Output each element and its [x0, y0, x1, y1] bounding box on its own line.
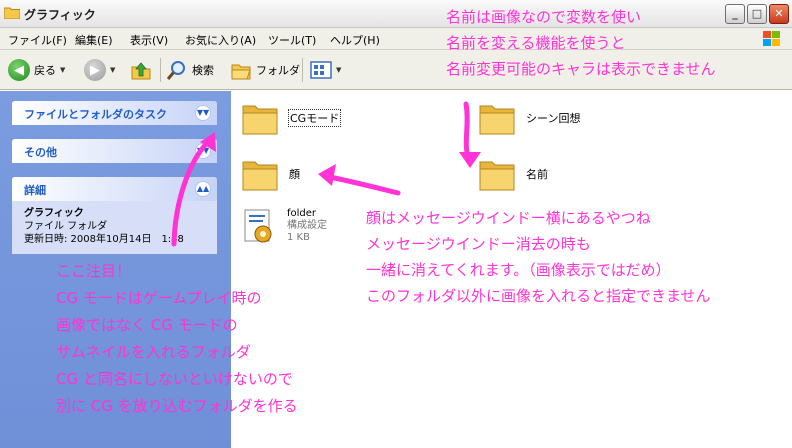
details-type: ファイル フォルダ [24, 221, 108, 232]
details-panel-header[interactable]: 詳細 ▲▲ [12, 177, 217, 201]
folder-icon [479, 105, 515, 135]
up-folder-icon [131, 62, 151, 80]
minimize-button[interactable]: _ [725, 4, 745, 24]
collapse-chevron-icon[interactable]: ▲▲ [195, 181, 211, 197]
dropdown-arrow-icon: ▼ [110, 66, 116, 74]
maximize-button[interactable]: □ [747, 4, 767, 24]
annotation-line: メッセージウインドー消去の時も [366, 235, 591, 253]
annotation-line: 名前変更可能のキャラは表示できません [446, 60, 716, 78]
annotation-top: 名前は画像なので変数を使い 名前を変える機能を使うと 名前変更可能のキャラは表示… [446, 8, 716, 78]
menu-edit[interactable]: 編集(E) [75, 32, 113, 48]
annotation-middle: 顔はメッセージウインドー横にあるやつね メッセージウインドー消去の時も 一緒に消… [366, 209, 711, 305]
annotation-line: 画像ではなく CG モードの [56, 316, 238, 334]
search-icon [166, 61, 185, 80]
folder-icon [479, 161, 515, 191]
details-panel: 詳細 ▲▲ グラフィック ファイル フォルダ 更新日時: 2008年10月14日… [12, 177, 217, 254]
views-icon [310, 61, 332, 79]
menu-tools[interactable]: ツール(T) [268, 32, 316, 48]
up-folder-button[interactable] [130, 56, 152, 84]
forward-button[interactable]: ▶ ▼ [84, 56, 115, 84]
toolbar-separator [160, 58, 161, 82]
annotation-bottom: ここ注目！ CG モードはゲームプレイ時の 画像ではなく CG モードの サムネ… [56, 262, 298, 415]
menu-view[interactable]: 表示(V) [130, 32, 168, 48]
folders-label: フォルダ [256, 64, 300, 77]
config-file-icon [244, 209, 272, 243]
folder-item-face[interactable]: 顔 [241, 155, 300, 193]
back-label: 戻る [34, 64, 56, 77]
folder-item-scene-recall[interactable]: シーン回想 [478, 99, 580, 137]
folder-label: シーン回想 [526, 112, 581, 125]
details-panel-title: 詳細 [24, 184, 46, 197]
windows-logo-icon [763, 31, 780, 46]
annotation-line: CG と同名にしないといけないので [56, 370, 293, 388]
tasks-panel: ファイルとフォルダのタスク ▼▼ [12, 101, 217, 125]
back-arrow-icon: ◀ [8, 59, 30, 81]
folders-icon [231, 64, 251, 80]
search-button[interactable]: 検索 [166, 56, 214, 84]
annotation-line: 顔はメッセージウインドー横にあるやつね [366, 209, 651, 227]
close-button[interactable]: ✕ [769, 4, 789, 24]
folder-label: CGモード [287, 109, 342, 127]
other-panel-header[interactable]: その他 ▼▼ [12, 139, 217, 163]
views-button[interactable]: ▼ [310, 56, 341, 84]
tasks-panel-title: ファイルとフォルダのタスク [24, 108, 167, 121]
folder-label: 顔 [289, 168, 300, 181]
file-name: folder [287, 208, 317, 219]
annotation-line: 名前は画像なので変数を使い [446, 8, 642, 26]
annotation-line: CG モードはゲームプレイ時の [56, 289, 262, 307]
file-type: 構成設定 [287, 220, 327, 231]
folder-icon [242, 161, 278, 191]
folder-label: 名前 [526, 168, 548, 181]
window-title: グラフィック [24, 8, 96, 22]
annotation-line: ここ注目！ [56, 262, 132, 280]
folder-item-cg-mode[interactable]: CGモード [241, 99, 342, 137]
toolbar-separator [302, 58, 303, 82]
annotation-line: 別に CG を放り込むフォルダを作る [56, 397, 298, 415]
back-button[interactable]: ◀ 戻る ▼ [8, 56, 65, 84]
expand-chevron-icon[interactable]: ▼▼ [195, 143, 211, 159]
tasks-panel-header[interactable]: ファイルとフォルダのタスク ▼▼ [12, 101, 217, 125]
forward-arrow-icon: ▶ [84, 59, 106, 81]
annotation-line: 一緒に消えてくれます。（画像表示ではだめ） [366, 261, 671, 279]
dropdown-arrow-icon: ▼ [336, 66, 342, 74]
file-size: 1 KB [287, 232, 310, 243]
folder-icon [242, 105, 278, 135]
menu-favorites[interactable]: お気に入り(A) [185, 32, 256, 48]
expand-chevron-icon[interactable]: ▼▼ [195, 105, 211, 121]
other-panel-title: その他 [24, 146, 57, 159]
folder-icon [4, 7, 20, 19]
menu-help[interactable]: ヘルプ(H) [330, 32, 380, 48]
search-label: 検索 [192, 64, 214, 77]
folder-item-name[interactable]: 名前 [478, 155, 548, 193]
annotation-line: 名前を変える機能を使うと [446, 34, 626, 52]
dropdown-arrow-icon: ▼ [60, 66, 66, 74]
file-item-folder-config[interactable]: folder 構成設定 1 KB [239, 207, 327, 245]
other-panel: その他 ▼▼ [12, 139, 217, 163]
details-modified: 更新日時: 2008年10月14日 1:48 [24, 234, 184, 245]
annotation-line: このフォルダ以外に画像を入れると指定できません [366, 287, 711, 305]
menu-file[interactable]: ファイル(F) [8, 32, 67, 48]
annotation-line: サムネイルを入れるフォルダ [56, 343, 251, 361]
folders-button[interactable]: フォルダ [230, 56, 300, 84]
file-meta: folder 構成設定 1 KB [287, 208, 327, 244]
details-name: グラフィック [24, 208, 84, 219]
details-panel-body: グラフィック ファイル フォルダ 更新日時: 2008年10月14日 1:48 [12, 201, 217, 254]
